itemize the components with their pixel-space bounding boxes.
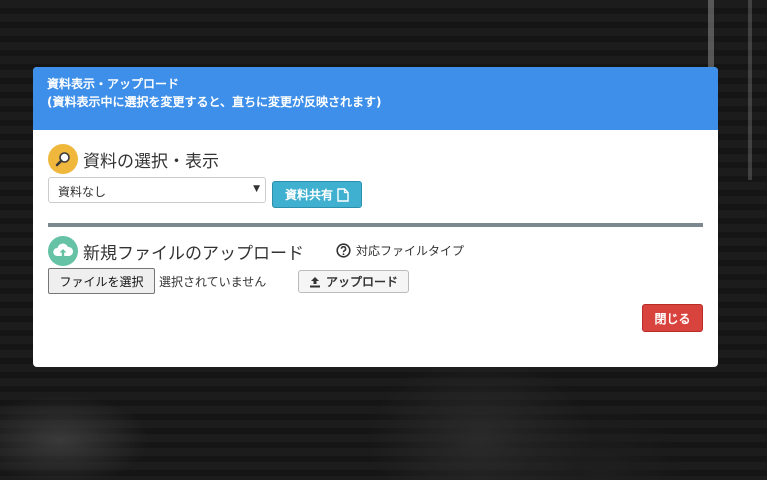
chevron-down-icon: ▼: [253, 184, 260, 194]
close-button-label: 閉じる: [654, 311, 691, 326]
upload-arrow-icon: [309, 276, 320, 287]
document-icon: [337, 187, 349, 202]
help-text: 対応ファイルタイプ: [356, 244, 465, 258]
material-select-value: 資料なし: [58, 185, 107, 199]
material-select[interactable]: 資料なし ▼: [48, 177, 266, 203]
upload-section-label: 新規ファイルのアップロード: [83, 243, 304, 264]
background-shape: [0, 380, 200, 480]
supported-file-types-link[interactable]: 対応ファイルタイプ: [336, 242, 464, 259]
section-divider: [48, 223, 703, 227]
upload-dialog: 資料表示・アップロード (資料表示中に選択を変更すると、直ちに変更が反映されます…: [33, 67, 718, 367]
upload-button[interactable]: アップロード: [298, 270, 409, 293]
dialog-title: 資料表示・アップロード: [47, 77, 180, 91]
share-material-button[interactable]: 資料共有: [272, 181, 362, 208]
dialog-subtitle: (資料表示中に選択を変更すると、直ちに変更が反映されます): [47, 95, 382, 109]
file-status-text: 選択されていません: [159, 275, 267, 289]
dialog-body: 資料の選択・表示 資料なし ▼ 資料共有 新規ファイルのアップロード 対応ファイ…: [33, 130, 718, 367]
question-circle-icon: [336, 243, 351, 258]
choose-file-label: ファイルを選択: [59, 274, 144, 289]
upload-button-label: アップロード: [325, 275, 398, 289]
search-icon: [48, 144, 78, 174]
material-section-label: 資料の選択・表示: [83, 151, 219, 172]
cloud-upload-icon: [48, 236, 78, 266]
close-button[interactable]: 閉じる: [642, 304, 703, 332]
share-button-label: 資料共有: [284, 188, 333, 202]
choose-file-button[interactable]: ファイルを選択: [48, 268, 155, 294]
material-section-title: 資料の選択・表示: [48, 144, 219, 174]
upload-section-title: 新規ファイルのアップロード: [48, 236, 304, 266]
dialog-header: 資料表示・アップロード (資料表示中に選択を変更すると、直ちに変更が反映されます…: [33, 67, 718, 130]
background-stripe: [748, 0, 752, 180]
